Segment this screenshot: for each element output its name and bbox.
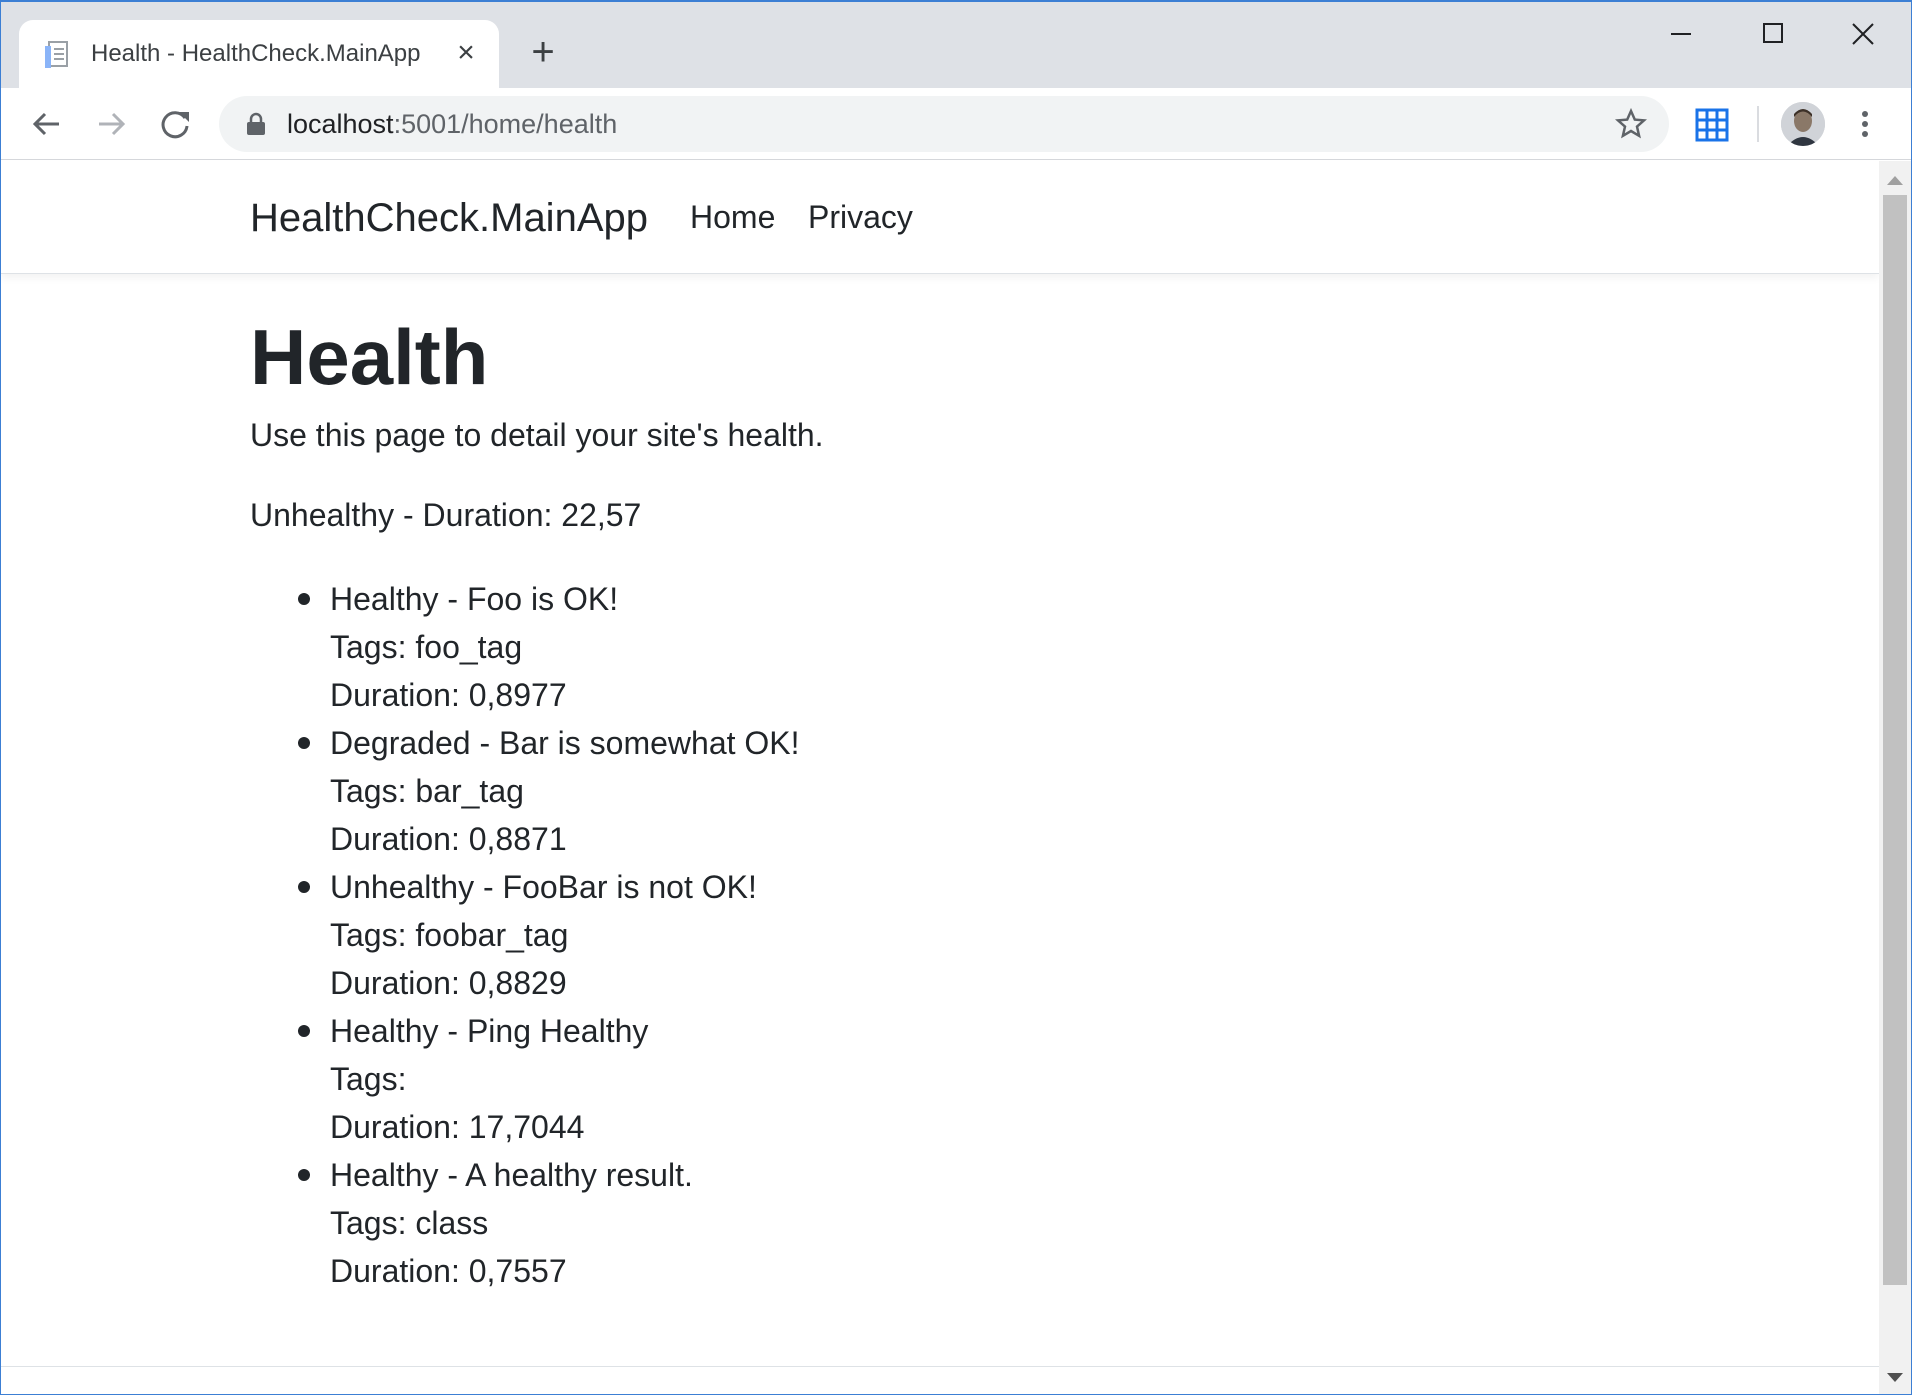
extension-grid-icon[interactable] [1695, 108, 1729, 142]
check-status: Degraded - Bar is somewhat OK! [330, 725, 800, 761]
nav-home-link[interactable]: Home [690, 199, 775, 236]
health-check-list: Healthy - Foo is OK! Tags: foo_tag Durat… [250, 575, 1550, 1295]
star-icon[interactable] [1615, 108, 1647, 140]
check-status: Unhealthy - FooBar is not OK! [330, 869, 757, 905]
check-status: Healthy - Ping Healthy [330, 1013, 649, 1049]
footer-divider [1, 1366, 1879, 1367]
check-tags: Tags: [330, 1061, 407, 1097]
bullet-icon [298, 881, 310, 893]
vertical-scrollbar[interactable] [1879, 161, 1911, 1394]
check-duration: Duration: 0,8871 [330, 821, 567, 857]
nav-privacy-link[interactable]: Privacy [808, 199, 913, 236]
check-tags: Tags: bar_tag [330, 773, 524, 809]
list-item: Degraded - Bar is somewhat OK! Tags: bar… [298, 719, 1550, 863]
minimize-icon[interactable] [1651, 12, 1711, 56]
maximize-icon[interactable] [1743, 12, 1803, 56]
url-host: localhost [287, 109, 394, 139]
page-title: Health [250, 313, 489, 401]
list-item: Unhealthy - FooBar is not OK! Tags: foob… [298, 863, 1550, 1007]
page-description: Use this page to detail your site's heal… [250, 417, 824, 453]
check-duration: Duration: 0,7557 [330, 1253, 567, 1289]
bullet-icon [298, 737, 310, 749]
check-duration: Duration: 17,7044 [330, 1109, 585, 1145]
list-item: Healthy - A healthy result. Tags: class … [298, 1151, 1550, 1295]
page-icon [45, 41, 68, 68]
toolbar-divider [1757, 106, 1759, 142]
overall-status: Unhealthy - Duration: 22,57 [250, 497, 642, 533]
tab-title: Health - HealthCheck.MainApp [91, 40, 421, 67]
forward-icon[interactable] [89, 102, 133, 146]
lock-icon [247, 112, 265, 135]
new-tab-icon[interactable]: + [523, 32, 563, 72]
close-tab-icon[interactable]: × [451, 38, 481, 68]
list-item: Healthy - Ping Healthy Tags: Duration: 1… [298, 1007, 1550, 1151]
url-path: :5001/home/health [393, 109, 618, 139]
browser-window: Health - HealthCheck.MainApp × + localho… [0, 0, 1912, 1395]
page-viewport: HealthCheck.MainApp Home Privacy Health … [1, 161, 1879, 1394]
list-item: Healthy - Foo is OK! Tags: foo_tag Durat… [298, 575, 1550, 719]
check-tags: Tags: foo_tag [330, 629, 523, 665]
profile-icon [1781, 102, 1825, 146]
check-status: Healthy - Foo is OK! [330, 581, 619, 617]
site-navbar: HealthCheck.MainApp Home Privacy [1, 161, 1879, 274]
check-tags: Tags: class [330, 1205, 489, 1241]
scrollbar-thumb[interactable] [1883, 195, 1907, 1285]
brand-link[interactable]: HealthCheck.MainApp [250, 196, 648, 241]
bullet-icon [298, 1169, 310, 1181]
check-duration: Duration: 0,8977 [330, 677, 567, 713]
back-icon[interactable] [25, 102, 69, 146]
main-content: Health Use this page to detail your site… [250, 311, 1550, 1295]
url-text: localhost:5001/home/health [287, 109, 617, 140]
address-bar[interactable]: localhost:5001/home/health [219, 96, 1669, 152]
check-tags: Tags: foobar_tag [330, 917, 569, 953]
bullet-icon [298, 1025, 310, 1037]
tab-strip: Health - HealthCheck.MainApp × + [1, 2, 1911, 88]
avatar[interactable] [1781, 102, 1825, 146]
reload-icon[interactable] [153, 102, 197, 146]
check-duration: Duration: 0,8829 [330, 965, 567, 1001]
bullet-icon [298, 593, 310, 605]
browser-toolbar: localhost:5001/home/health [1, 88, 1911, 160]
check-status: Healthy - A healthy result. [330, 1157, 693, 1193]
menu-icon[interactable] [1853, 106, 1877, 142]
scroll-up-icon[interactable] [1879, 169, 1911, 193]
scroll-down-icon[interactable] [1879, 1365, 1911, 1389]
tab-health[interactable]: Health - HealthCheck.MainApp × [19, 20, 499, 88]
close-window-icon[interactable] [1833, 12, 1893, 56]
